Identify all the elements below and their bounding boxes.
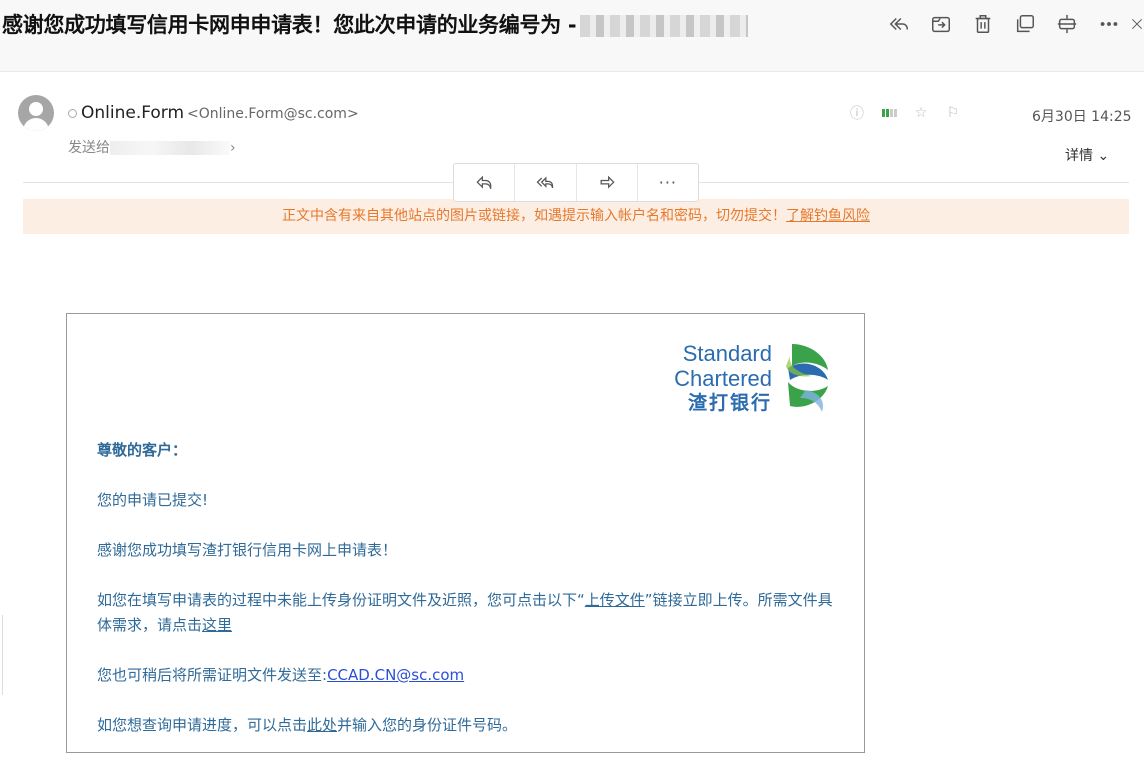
warning-text: 正文中含有来自其他站点的图片或链接，如遇提示输入帐户名和密码，切勿提交！ [282,208,786,224]
paragraph-status: 如您想查询申请进度，可以点击此处并输入您的身份证件号码。 [97,716,518,734]
redacted-recipient [110,141,230,155]
chevron-down-icon: ⌄ [1097,148,1110,164]
details-toggle[interactable]: 详情 ⌄ [1065,145,1109,165]
security-level-icon[interactable] [880,104,898,122]
reply-all-icon [536,175,554,188]
paragraph-thanks: 感谢您成功填写渣打银行信用卡网上申请表！ [97,541,398,559]
sender-name[interactable]: Online.Form [81,103,184,123]
trash-icon [975,15,991,33]
phishing-risk-link[interactable]: 了解钓鱼风险 [786,208,870,224]
sender-email[interactable]: <Online.Form@sc.com> [187,106,359,122]
move-button[interactable] [920,10,962,38]
email-message: 尊敬的客户： 您的申请已提交! 感谢您成功填写渣打银行信用卡网上申请表！ 如您在… [97,438,837,763]
more-button[interactable] [1088,10,1130,38]
new-window-button[interactable] [1004,10,1046,38]
flag-icon[interactable]: ⚐ [944,104,962,122]
status-link[interactable]: 此处 [307,716,337,734]
email-subject: 感谢您成功填写信用卡网申申请表！您此次申请的业务编号为 - [2,9,749,39]
close-button[interactable] [1130,10,1144,38]
email-body-card: Standard Chartered 渣打银行 尊敬的客户： 您的申请已提交! … [66,313,865,753]
quick-action-bar: ··· [453,163,699,202]
delete-button[interactable] [962,10,1004,38]
greeting: 尊敬的客户： [97,441,188,459]
support-email-link[interactable]: CCAD.CN@sc.com [327,666,464,684]
email-date: 6月30日 14:25 [1032,109,1132,125]
logo-mark-icon [786,344,828,412]
logo-line3: 渣打银行 [687,391,772,414]
here-link[interactable]: 这里 [202,616,232,634]
redacted-block [580,15,749,37]
forward-icon [600,175,615,189]
subject-text: 感谢您成功填写信用卡网申申请表！您此次申请的业务编号为 - [2,13,577,37]
move-icon [932,16,950,33]
reply-all-quick-button[interactable] [515,164,577,201]
reply-all-icon [889,17,908,31]
sender-avatar[interactable] [18,95,54,131]
fold-icon [1057,14,1077,34]
more-icon: ··· [658,173,677,192]
paragraph-submitted: 您的申请已提交! [97,491,209,509]
close-icon [1132,19,1142,29]
reply-icon [476,175,492,189]
star-icon[interactable]: ☆ [912,104,930,122]
sendto-label: 发送给 [68,140,110,156]
paragraph-upload: 如您在填写申请表的过程中未能上传身份证明文件及近照，您可点击以下“上传文件”链接… [97,591,833,634]
scroll-edge [0,615,3,695]
status-icons: ⓘ ☆ ⚐ [848,104,962,122]
logo-line2: Chartered [674,365,772,391]
unread-dot-icon [68,109,77,118]
forward-button[interactable] [577,164,638,201]
more-actions-button[interactable]: ··· [638,164,698,201]
reply-all-button[interactable] [878,10,920,38]
alert-icon[interactable]: ⓘ [848,104,866,122]
copy-window-icon [1016,15,1034,33]
upload-file-link[interactable]: 上传文件 [585,591,645,609]
fold-button[interactable] [1046,10,1088,38]
bank-logo: Standard Chartered 渣打银行 [674,340,834,416]
paragraph-email: 您也可稍后将所需证明文件发送至:CCAD.CN@sc.com [97,666,465,684]
details-label: 详情 [1065,148,1093,164]
phishing-warning-banner: 正文中含有来自其他站点的图片或链接，如遇提示输入帐户名和密码，切勿提交！了解钓鱼… [23,199,1129,234]
email-toolbar [878,10,1144,38]
email-header: 感谢您成功填写信用卡网申申请表！您此次申请的业务编号为 - [0,0,1144,72]
logo-line1: Standard [682,340,772,366]
more-icon [1100,22,1118,26]
reply-button[interactable] [454,164,516,201]
recipient-line: 发送给 › [68,140,236,156]
